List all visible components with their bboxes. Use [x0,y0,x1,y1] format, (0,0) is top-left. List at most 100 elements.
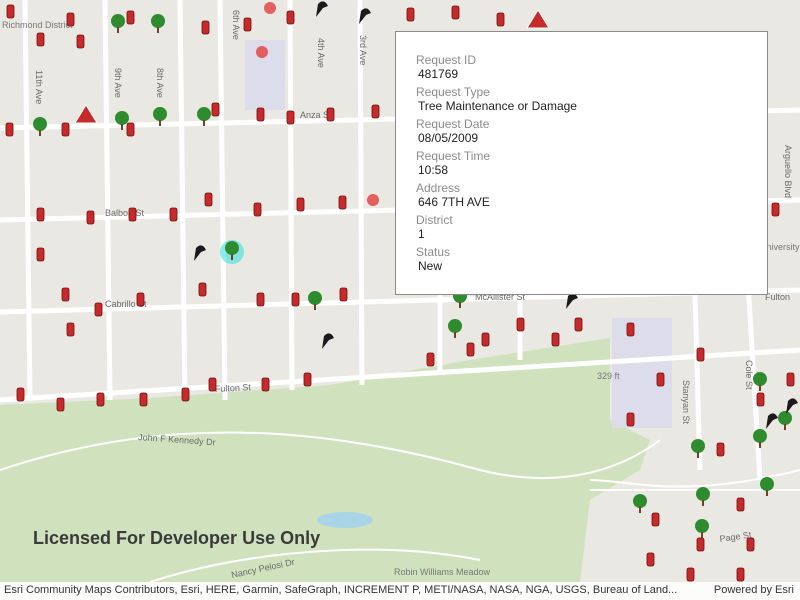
graffiti-icon[interactable] [126,122,135,137]
graffiti-icon[interactable] [771,202,780,217]
graffiti-icon[interactable] [139,392,148,407]
graffiti-icon[interactable] [646,552,655,567]
graffiti-icon[interactable] [286,10,295,25]
graffiti-icon[interactable] [466,342,475,357]
graffiti-icon[interactable] [451,5,460,20]
feature-popup[interactable]: Request ID 481769 Request Type Tree Main… [395,31,768,295]
tree-icon[interactable] [308,291,322,305]
graffiti-icon[interactable] [56,397,65,412]
damaged-icon[interactable] [367,194,379,206]
attribution-text[interactable]: Esri Community Maps Contributors, Esri, … [4,584,701,596]
graffiti-icon[interactable] [746,537,755,552]
graffiti-icon[interactable] [696,537,705,552]
tree-icon[interactable] [111,14,125,28]
graffiti-icon[interactable] [696,347,705,362]
tree-trunk-icon [701,532,703,538]
graffiti-icon[interactable] [36,32,45,47]
graffiti-icon[interactable] [86,210,95,225]
graffiti-icon[interactable] [211,102,220,117]
graffiti-icon[interactable] [76,34,85,49]
tree-icon[interactable] [633,494,647,508]
street-label: Arguello Blvd [783,145,793,198]
field-label: Address [416,181,461,195]
graffiti-icon[interactable] [61,122,70,137]
graffiti-icon[interactable] [326,107,335,122]
graffiti-icon[interactable] [136,292,145,307]
graffiti-icon[interactable] [736,497,745,512]
graffiti-icon[interactable] [66,322,75,337]
graffiti-icon[interactable] [261,377,270,392]
field-label: District [416,213,453,227]
graffiti-icon[interactable] [426,352,435,367]
graffiti-icon[interactable] [756,392,765,407]
tree-icon[interactable] [153,107,167,121]
tree-icon[interactable] [753,372,767,386]
graffiti-icon[interactable] [303,372,312,387]
tree-icon[interactable] [448,319,462,333]
graffiti-icon[interactable] [201,20,210,35]
graffiti-icon[interactable] [96,392,105,407]
graffiti-icon[interactable] [291,292,300,307]
graffiti-icon[interactable] [551,332,560,347]
popup-field-request-date: Request Date 08/05/2009 [416,117,747,145]
graffiti-icon[interactable] [626,322,635,337]
tree-icon[interactable] [115,111,129,125]
tree-icon[interactable] [225,241,239,255]
field-value: 1 [418,227,425,241]
tree-icon[interactable] [760,477,774,491]
graffiti-icon[interactable] [626,412,635,427]
graffiti-icon[interactable] [736,567,745,582]
graffiti-icon[interactable] [243,17,252,32]
tree-icon[interactable] [691,439,705,453]
damaged-icon[interactable] [264,2,276,14]
graffiti-icon[interactable] [204,192,213,207]
graffiti-icon[interactable] [253,202,262,217]
license-watermark: Licensed For Developer Use Only [33,528,321,548]
graffiti-icon[interactable] [5,122,14,137]
graffiti-icon[interactable] [94,302,103,317]
damaged-icon[interactable] [256,46,268,58]
graffiti-icon[interactable] [286,110,295,125]
graffiti-icon[interactable] [516,317,525,332]
tree-icon[interactable] [151,14,165,28]
graffiti-icon[interactable] [406,7,415,22]
graffiti-icon[interactable] [6,4,15,19]
graffiti-icon[interactable] [656,372,665,387]
graffiti-icon[interactable] [126,10,135,25]
graffiti-icon[interactable] [338,195,347,210]
powered-by-esri-link[interactable]: Powered by Esri [714,584,794,596]
tree-icon[interactable] [695,519,709,533]
street-label: 9th Ave [113,68,123,98]
tree-icon[interactable] [778,411,792,425]
graffiti-icon[interactable] [296,197,305,212]
graffiti-icon[interactable] [61,287,70,302]
graffiti-icon[interactable] [181,387,190,402]
graffiti-icon[interactable] [481,332,490,347]
graffiti-icon[interactable] [208,377,217,392]
popup-field-request-time: Request Time 10:58 [416,149,747,177]
graffiti-icon[interactable] [169,207,178,222]
field-value: 646 7TH AVE [418,195,490,209]
graffiti-icon[interactable] [339,287,348,302]
graffiti-icon[interactable] [256,292,265,307]
graffiti-icon[interactable] [66,12,75,27]
street-label: Cole St [744,360,754,390]
graffiti-icon[interactable] [686,567,695,582]
graffiti-icon[interactable] [36,247,45,262]
tree-icon[interactable] [197,107,211,121]
tree-icon[interactable] [33,117,47,131]
graffiti-icon[interactable] [256,107,265,122]
graffiti-icon[interactable] [371,104,380,119]
graffiti-icon[interactable] [36,207,45,222]
graffiti-icon[interactable] [574,317,583,332]
graffiti-icon[interactable] [496,12,505,27]
graffiti-icon[interactable] [786,372,795,387]
graffiti-icon[interactable] [651,512,660,527]
tree-trunk-icon [121,124,123,130]
graffiti-icon[interactable] [128,207,137,222]
tree-icon[interactable] [753,429,767,443]
graffiti-icon[interactable] [716,442,725,457]
graffiti-icon[interactable] [198,282,207,297]
tree-icon[interactable] [696,487,710,501]
graffiti-icon[interactable] [16,387,25,402]
